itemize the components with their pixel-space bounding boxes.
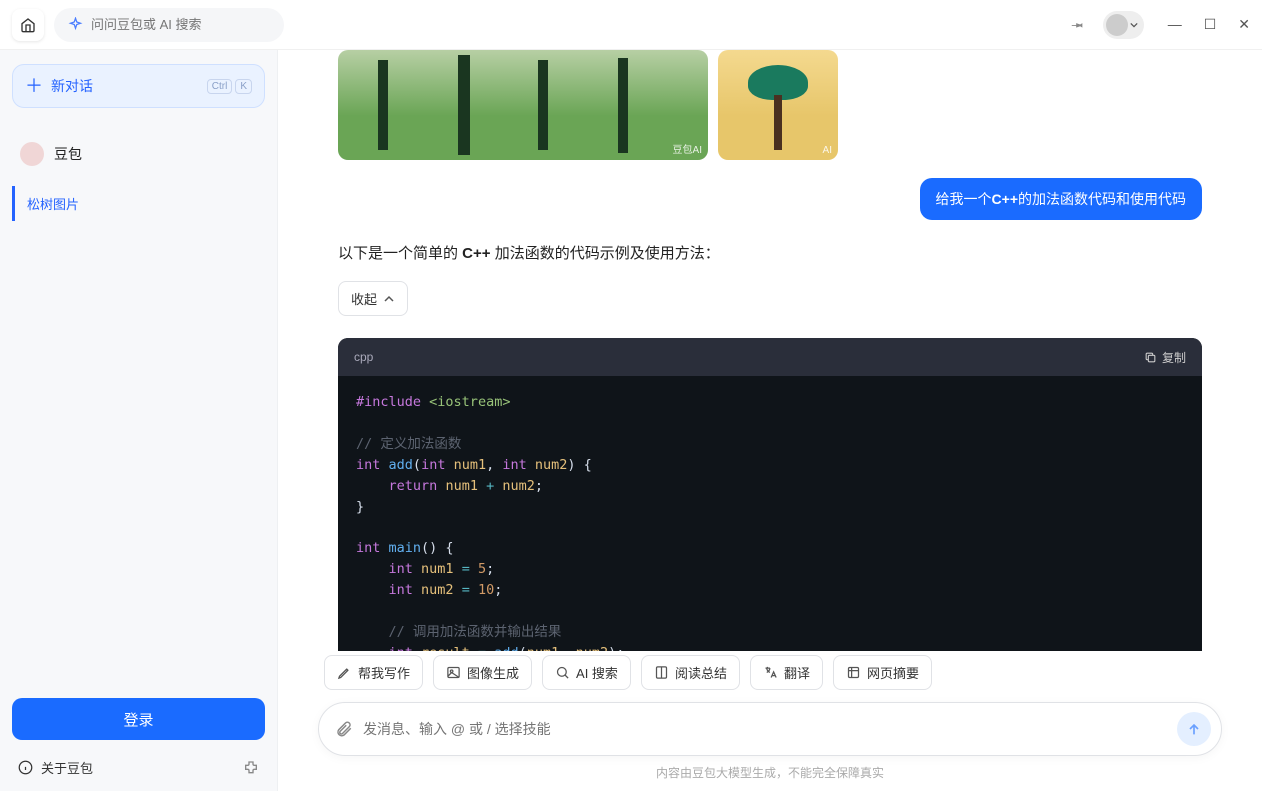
chip-read[interactable]: 阅读总结 (641, 655, 740, 690)
sidebar-conversation-active[interactable]: 松树图片 (12, 186, 265, 221)
book-icon (654, 665, 669, 680)
extension-icon[interactable] (243, 760, 259, 776)
search-icon (555, 665, 570, 680)
chip-write[interactable]: 帮我写作 (324, 655, 423, 690)
account-menu[interactable] (1103, 11, 1144, 39)
code-language: cpp (354, 350, 373, 364)
login-button[interactable]: 登录 (12, 698, 265, 740)
search-input[interactable] (91, 17, 270, 32)
input-area: 帮我写作 图像生成 AI 搜索 阅读总结 翻译 网页摘要 内容由豆包大模型生成，… (278, 655, 1262, 791)
attachment-icon[interactable] (335, 720, 353, 738)
avatar-icon (1106, 14, 1128, 36)
close-button[interactable]: ✕ (1238, 16, 1250, 33)
sparkle-icon (68, 17, 83, 32)
info-icon (18, 760, 33, 775)
generated-image-2[interactable]: AI (718, 50, 838, 160)
chip-translate[interactable]: 翻译 (750, 655, 823, 690)
watermark: AI (823, 145, 832, 156)
copy-icon (1144, 351, 1157, 364)
image-icon (446, 665, 461, 680)
about-link[interactable]: 关于豆包 (12, 754, 265, 781)
chevron-up-icon (383, 293, 395, 305)
disclaimer: 内容由豆包大模型生成，不能完全保障真实 (318, 764, 1222, 781)
maximize-button[interactable]: ☐ (1204, 16, 1217, 33)
main-content: 豆包AI AI 给我一个C++的加法函数代码和使用代码 以下是一个简单的 C++… (278, 50, 1262, 791)
kbd-hint: CtrlK (207, 79, 252, 94)
ai-response-text: 以下是一个简单的 C++ 加法函数的代码示例及使用方法： (338, 242, 1202, 263)
pin-icon[interactable] (1070, 17, 1085, 32)
bot-name: 豆包 (54, 144, 82, 164)
bot-avatar-icon (20, 142, 44, 166)
code-block: cpp 复制 #include <iostream> // 定义加法函数 int… (338, 338, 1202, 651)
translate-icon (763, 665, 778, 680)
message-input-box[interactable] (318, 702, 1222, 756)
message-input[interactable] (363, 721, 1177, 737)
watermark: 豆包AI (673, 141, 702, 156)
web-icon (846, 665, 861, 680)
chip-web[interactable]: 网页摘要 (833, 655, 932, 690)
chip-image[interactable]: 图像生成 (433, 655, 532, 690)
titlebar-search[interactable] (54, 8, 284, 42)
arrow-up-icon (1186, 721, 1202, 737)
plus-icon: ＋ (25, 77, 43, 95)
image-row: 豆包AI AI (338, 50, 1202, 160)
chevron-down-icon (1130, 21, 1138, 29)
send-button[interactable] (1177, 712, 1211, 746)
new-chat-label: 新对话 (51, 76, 93, 96)
collapse-button[interactable]: 收起 (338, 281, 408, 316)
home-icon (20, 17, 36, 33)
minimize-button[interactable]: — (1168, 16, 1182, 33)
user-message: 给我一个C++的加法函数代码和使用代码 (920, 178, 1202, 220)
code-content[interactable]: #include <iostream> // 定义加法函数 int add(in… (338, 376, 1202, 651)
pen-icon (337, 665, 352, 680)
copy-button[interactable]: 复制 (1144, 349, 1186, 366)
sidebar: ＋ 新对话 CtrlK 豆包 松树图片 登录 关于豆包 (0, 50, 278, 791)
new-chat-button[interactable]: ＋ 新对话 CtrlK (12, 64, 265, 108)
chip-search[interactable]: AI 搜索 (542, 655, 631, 690)
sidebar-bot[interactable]: 豆包 (12, 136, 265, 172)
home-button[interactable] (12, 9, 44, 41)
generated-image-1[interactable]: 豆包AI (338, 50, 708, 160)
